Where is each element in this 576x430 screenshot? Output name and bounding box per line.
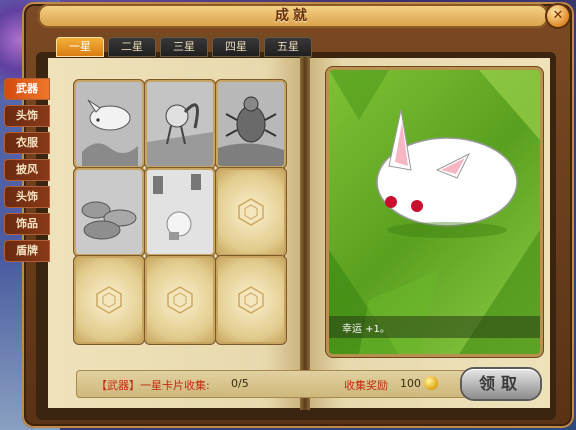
card-slot[interactable] [76,170,142,254]
tab-one-star[interactable]: 一星 [56,37,104,57]
beetle-icon [218,82,284,166]
card-slot-empty[interactable] [218,258,284,342]
reward-value: 100 [400,377,421,390]
category-tab-weapon[interactable]: 武器 [4,78,50,100]
book-spine [300,56,310,410]
category-tab-cape[interactable]: 披风 [4,159,50,181]
title-bar: 成就 [38,4,548,28]
collection-progress-value: 0/5 [231,377,249,390]
card-slot[interactable] [147,170,213,254]
card-slot-empty[interactable] [218,170,284,254]
card-grid [76,82,290,347]
bread-pile-icon [76,170,142,254]
card-slot[interactable] [218,82,284,166]
hexagon-emblem-icon [238,198,264,226]
close-button[interactable]: ✕ [547,5,569,27]
card-caption: 幸运 +1。 [342,324,390,335]
card-slot[interactable] [147,82,213,166]
card-slot-empty[interactable] [147,258,213,342]
hexagon-emblem-icon [167,286,193,314]
tab-three-star[interactable]: 三星 [160,37,208,57]
window-title: 成就 [275,8,311,24]
category-tab-headwear-2[interactable]: 头饰 [4,186,50,208]
category-tab-clothes[interactable]: 衣服 [4,132,50,154]
white-rabbit-icon [329,70,540,354]
tab-five-star[interactable]: 五星 [264,37,312,57]
hexagon-emblem-icon [238,286,264,314]
hexagon-emblem-icon [96,286,122,314]
card-slot[interactable] [76,82,142,166]
potion-scene-icon [147,170,213,254]
category-tabs: 武器 头饰 衣服 披风 头饰 饰品 盾牌 [4,78,50,267]
star-tabs: 一星 二星 三星 四星 五星 [56,37,312,57]
reward-label: 收集奖励 [344,379,388,392]
claim-button[interactable]: 领取 [462,369,540,399]
squirrel-creature-icon [147,82,213,166]
card-caption-bar: 幸运 +1。 [329,316,540,338]
category-tab-shield[interactable]: 盾牌 [4,240,50,262]
tab-two-star[interactable]: 二星 [108,37,156,57]
card-preview: 幸运 +1。 [329,70,540,354]
category-tab-headwear[interactable]: 头饰 [4,105,50,127]
gold-coin-icon [424,376,438,390]
tab-four-star[interactable]: 四星 [212,37,260,57]
card-slot-empty[interactable] [76,258,142,342]
category-tab-accessory[interactable]: 饰品 [4,213,50,235]
collection-progress-label: 【武器】一星卡片收集: [96,379,210,392]
white-rabbit-icon [76,82,142,166]
